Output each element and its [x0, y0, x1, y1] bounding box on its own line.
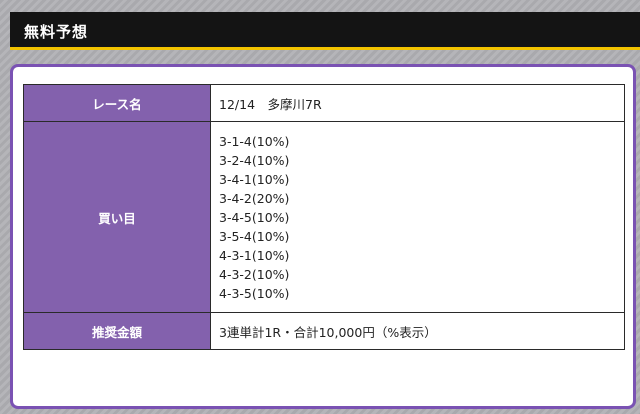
race-name-value: 12/14 多摩川7R [210, 84, 625, 122]
amount-label: 推奨金額 [23, 312, 211, 350]
section-title: 無料予想 [24, 23, 89, 41]
bet-item: 3-4-1(10%) [219, 171, 290, 187]
table-row-amount: 推奨金額 3連単計1R・合計10,000円（%表示） [23, 312, 625, 350]
bet-item: 4-3-5(10%) [219, 285, 290, 301]
bet-item: 3-4-5(10%) [219, 209, 290, 225]
prediction-card: レース名 12/14 多摩川7R 買い目 3-1-4(10%) 3-2-4(10… [10, 64, 636, 409]
bet-item: 4-3-2(10%) [219, 266, 290, 282]
race-name-label: レース名 [23, 84, 211, 122]
prediction-table: レース名 12/14 多摩川7R 買い目 3-1-4(10%) 3-2-4(10… [23, 84, 625, 350]
bet-item: 3-1-4(10%) [219, 133, 290, 149]
bet-item: 3-2-4(10%) [219, 152, 290, 168]
bet-item: 3-5-4(10%) [219, 228, 290, 244]
amount-value: 3連単計1R・合計10,000円（%表示） [210, 312, 625, 350]
table-row-bets: 買い目 3-1-4(10%) 3-2-4(10%) 3-4-1(10%) 3-4… [23, 121, 625, 313]
bets-list: 3-1-4(10%) 3-2-4(10%) 3-4-1(10%) 3-4-2(2… [219, 132, 624, 303]
section-header: 無料予想 [10, 12, 640, 50]
bet-item: 3-4-2(20%) [219, 190, 290, 206]
bets-label: 買い目 [23, 121, 211, 313]
bet-item: 4-3-1(10%) [219, 247, 290, 263]
bets-value: 3-1-4(10%) 3-2-4(10%) 3-4-1(10%) 3-4-2(2… [210, 121, 625, 313]
table-row-race: レース名 12/14 多摩川7R [23, 84, 625, 122]
